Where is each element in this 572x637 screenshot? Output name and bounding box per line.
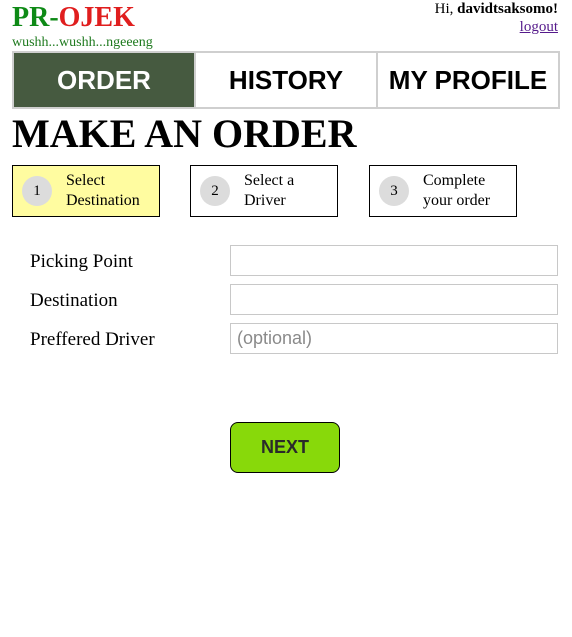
preferred-driver-label: Preffered Driver <box>30 329 155 350</box>
order-steps: 1 Select Destination 2 Select a Driver 3… <box>12 165 560 217</box>
step-select-destination: 1 Select Destination <box>12 165 160 217</box>
tab-order[interactable]: ORDER <box>14 53 196 107</box>
logo-text-dash: - <box>49 2 59 33</box>
step-complete-order: 3 Complete your order <box>369 165 517 217</box>
preferred-driver-row: Preffered Driver <box>30 323 558 354</box>
greeting-prefix: Hi, <box>434 1 458 17</box>
logout-link[interactable]: logout <box>520 18 558 36</box>
step-label: Select Destination <box>66 172 140 209</box>
destination-input[interactable] <box>230 284 558 315</box>
user-greeting: Hi, davidtsaksomo! <box>435 0 558 18</box>
username: davidtsaksomo! <box>457 1 558 17</box>
step-number-badge: 3 <box>379 176 409 206</box>
tagline: wushh...wushh...ngeeeng <box>12 35 153 50</box>
logo-text-pr: PR <box>12 2 50 33</box>
step-label: Select a Driver <box>244 172 295 209</box>
destination-row: Destination <box>30 284 558 315</box>
tab-my-profile[interactable]: MY PROFILE <box>378 53 558 107</box>
picking-point-label: Picking Point <box>30 251 133 272</box>
step-number-badge: 1 <box>22 176 52 206</box>
logo-text-ojek: OJEK <box>58 2 135 33</box>
page-title: MAKE AN ORDER <box>12 111 357 156</box>
next-button[interactable]: NEXT <box>230 422 340 473</box>
step-select-driver: 2 Select a Driver <box>190 165 338 217</box>
tab-history[interactable]: HISTORY <box>196 53 378 107</box>
picking-point-row: Picking Point <box>30 245 558 276</box>
preferred-driver-input[interactable] <box>230 323 558 354</box>
step-label: Complete your order <box>423 172 491 209</box>
app-logo: PR-OJEK <box>12 2 135 34</box>
step-number-badge: 2 <box>200 176 230 206</box>
destination-label: Destination <box>30 290 118 311</box>
main-nav: ORDER HISTORY MY PROFILE <box>12 51 560 109</box>
picking-point-input[interactable] <box>230 245 558 276</box>
